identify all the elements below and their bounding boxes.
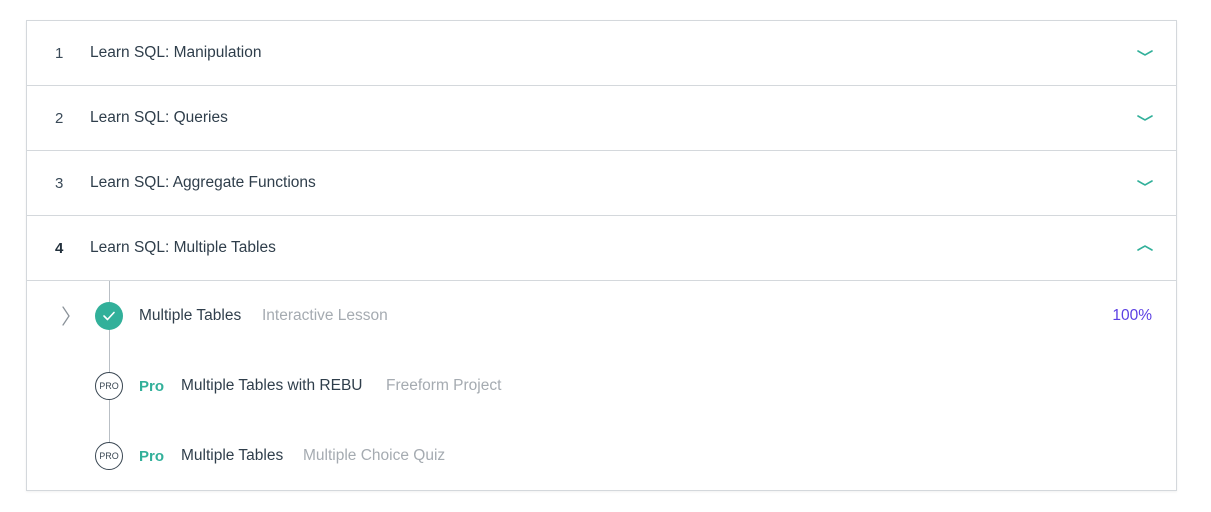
lesson-title[interactable]: Multiple Tables with REBU: [181, 377, 362, 395]
module-title: Learn SQL: Manipulation: [90, 44, 262, 61]
chevron-down-icon[interactable]: [1136, 178, 1154, 188]
module-row-3[interactable]: 3 Learn SQL: Aggregate Functions: [27, 151, 1176, 216]
module-number: 2: [55, 109, 64, 127]
lesson-type: Multiple Choice Quiz: [303, 447, 446, 464]
module-number: 1: [55, 44, 64, 62]
syllabus-accordion: 1 Learn SQL: Manipulation 2 Learn SQL: Q…: [26, 20, 1177, 491]
lesson-list: Multiple Tables Interactive Lesson 100% …: [27, 281, 1176, 490]
lesson-item: PRO Pro Multiple Tables with REBU Freefo…: [27, 366, 1176, 406]
module-title: Learn SQL: Aggregate Functions: [90, 174, 316, 191]
chevron-up-icon[interactable]: [1136, 243, 1154, 253]
module-title: Learn SQL: Multiple Tables: [90, 239, 276, 256]
pro-label: Pro: [139, 377, 165, 395]
chevron-right-icon[interactable]: [59, 304, 73, 328]
lesson-title[interactable]: Multiple Tables: [181, 447, 283, 465]
chevron-down-icon[interactable]: [1136, 113, 1154, 123]
module-row-1[interactable]: 1 Learn SQL: Manipulation: [27, 21, 1176, 86]
lesson-type: Freeform Project: [386, 377, 502, 394]
module-row-2[interactable]: 2 Learn SQL: Queries: [27, 86, 1176, 151]
lesson-title[interactable]: Multiple Tables: [139, 307, 241, 325]
lesson-item: PRO Pro Multiple Tables Multiple Choice …: [27, 436, 1176, 476]
pro-badge-icon: PRO: [95, 372, 123, 400]
pro-badge-icon: PRO: [95, 442, 123, 470]
pro-label: Pro: [139, 447, 165, 465]
module-number: 4: [55, 239, 64, 257]
module-title: Learn SQL: Queries: [90, 109, 228, 126]
checkmark-icon: [95, 302, 123, 330]
lesson-type: Interactive Lesson: [262, 307, 388, 324]
lesson-item: Multiple Tables Interactive Lesson 100%: [27, 296, 1176, 336]
lesson-progress: 100%: [1112, 307, 1152, 324]
module-row-4[interactable]: 4 Learn SQL: Multiple Tables: [27, 216, 1176, 281]
module-number: 3: [55, 174, 64, 192]
chevron-down-icon[interactable]: [1136, 48, 1154, 58]
